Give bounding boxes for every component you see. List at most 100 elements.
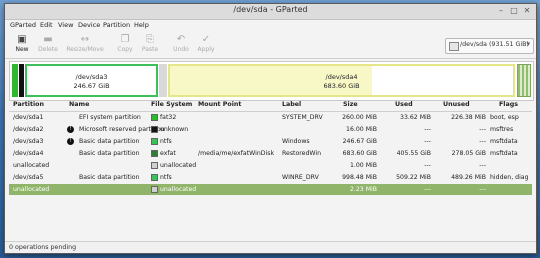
table-row[interactable]: /dev/sda4 Basic data partition exfat/media… — [9, 148, 532, 159]
resize-move-icon: ↔ — [80, 34, 90, 45]
filesystem-color-swatch — [151, 114, 158, 121]
status-bar: 0 operations pending — [5, 241, 536, 253]
device-selector[interactable]: /dev/sda (931.51 GiB) ▾ — [445, 38, 534, 54]
gparted-window: /dev/sda - GParted – □ ✕ GParted Edit Vi… — [4, 3, 537, 254]
cell-file-system: exfat — [160, 150, 176, 157]
cell-partition: /dev/sda2 — [13, 126, 44, 133]
close-icon[interactable]: ✕ — [522, 6, 532, 16]
table-row[interactable]: unallocated unallocated 2.23 MiB --- --- — [9, 184, 532, 195]
cell-file-system: ntfs — [160, 174, 172, 181]
cell-partition: /dev/sda5 — [13, 174, 44, 181]
menu-bar: GParted Edit View Device Partition Help — [5, 20, 536, 31]
partition-block-sda2[interactable] — [19, 64, 24, 97]
cell-flags: boot, esp — [490, 114, 519, 121]
table-row[interactable]: /dev/sda1 EFI system partition fat32 SYSTEM… — [9, 112, 532, 123]
delete-button[interactable]: ▬ Delete — [32, 31, 64, 58]
cell-file-system: fat32 — [160, 114, 177, 121]
menu-partition[interactable]: Partition — [103, 20, 130, 31]
col-label[interactable]: Label — [282, 101, 301, 108]
cell-used: 33.62 MiB — [400, 114, 431, 121]
menu-view[interactable]: View — [58, 20, 73, 31]
cell-size: 683.60 GiB — [342, 150, 377, 157]
menu-edit[interactable]: Edit — [40, 20, 53, 31]
maximize-icon[interactable]: □ — [509, 6, 519, 16]
cell-mount-point: /media/me/exfatWinDisk — [198, 150, 275, 157]
partition-block-sda4[interactable]: /dev/sda4 683.60 GiB — [168, 64, 515, 97]
apply-label: Apply — [197, 46, 215, 53]
col-file-system[interactable]: File System — [151, 101, 192, 108]
cell-partition: /dev/sda4 — [13, 150, 44, 157]
cell-size: 1.00 MiB — [349, 162, 377, 169]
cell-flags: msftres — [490, 126, 514, 133]
resize-move-button[interactable]: ↔ Resize/Move — [64, 31, 106, 58]
cell-used: --- — [424, 162, 431, 169]
cell-unused: --- — [479, 186, 486, 193]
filesystem-color-swatch — [151, 162, 158, 169]
table-row[interactable]: /dev/sda5 Basic data partition ntfs WINRE_D… — [9, 172, 532, 183]
cell-file-system: unknown — [160, 126, 189, 133]
table-row[interactable]: ! /dev/sda3 Basic data partition ntfs Window… — [9, 136, 532, 147]
partition-block-size: 246.67 GiB — [73, 82, 110, 90]
cell-label: WINRE_DRV — [282, 174, 319, 181]
partition-block-name: /dev/sda3 — [75, 73, 108, 81]
cell-size: 260.00 MiB — [342, 114, 377, 121]
partition-block-name: /dev/sda4 — [325, 73, 358, 81]
cell-flags: msftdata — [490, 138, 518, 145]
cell-file-system: unallocated — [160, 186, 197, 193]
cell-size: 2.23 MiB — [349, 186, 377, 193]
cell-size: 16.00 MiB — [346, 126, 377, 133]
cell-partition: /dev/sda3 — [13, 138, 44, 145]
cell-name: EFI system partition — [79, 114, 141, 121]
delete-label: Delete — [38, 46, 58, 53]
table-header: Partition Name File System Mount Point L… — [9, 100, 532, 112]
menu-device[interactable]: Device — [78, 20, 100, 31]
paste-icon: ⎘ — [146, 34, 154, 45]
table-row[interactable]: unallocated unallocated 1.00 MiB --- --- — [9, 160, 532, 171]
partition-block-unallocated[interactable] — [159, 64, 167, 97]
cell-used: 509.22 MiB — [396, 174, 431, 181]
cell-unused: --- — [479, 162, 486, 169]
device-selector-value: /dev/sda (931.51 GiB) — [460, 41, 529, 48]
col-partition[interactable]: Partition — [13, 101, 44, 108]
filesystem-color-swatch — [151, 174, 158, 181]
partition-block-size: 683.60 GiB — [323, 82, 360, 90]
partition-block-sda3[interactable]: /dev/sda3 246.67 GiB — [25, 64, 158, 97]
cell-flags: hidden, diag — [490, 174, 529, 181]
resize-move-label: Resize/Move — [66, 46, 104, 53]
disk-icon — [449, 42, 459, 51]
paste-button[interactable]: ⎘ Paste — [134, 31, 166, 58]
cell-used: --- — [424, 126, 431, 133]
apply-button[interactable]: ✓ Apply — [190, 31, 222, 58]
cell-name: Microsoft reserved partition — [79, 126, 165, 133]
status-text: 0 operations pending — [9, 244, 77, 251]
menu-gparted[interactable]: GParted — [10, 20, 36, 31]
table-row[interactable]: ! /dev/sda2 Microsoft reserved partition un… — [9, 124, 532, 135]
filesystem-color-swatch — [151, 150, 158, 157]
col-used[interactable]: Used — [395, 101, 413, 108]
cell-file-system: unallocated — [160, 162, 197, 169]
partition-block-sda1[interactable] — [12, 64, 18, 97]
col-mount-point[interactable]: Mount Point — [198, 101, 241, 108]
cell-size: 998.48 MiB — [342, 174, 377, 181]
col-unused[interactable]: Unused — [443, 101, 470, 108]
col-flags[interactable]: Flags — [499, 101, 518, 108]
col-name[interactable]: Name — [69, 101, 89, 108]
cell-name: Basic data partition — [79, 150, 140, 157]
warning-icon: ! — [67, 138, 74, 145]
cell-used: 405.55 GiB — [396, 150, 431, 157]
menu-help[interactable]: Help — [134, 20, 149, 31]
cell-unused: 226.38 MiB — [451, 114, 486, 121]
delete-icon: ▬ — [43, 34, 53, 45]
partition-graph: /dev/sda3 246.67 GiB /dev/sda4 683.60 Gi… — [9, 61, 534, 101]
cell-size: 246.67 GiB — [342, 138, 377, 145]
minimize-icon[interactable]: – — [496, 6, 506, 16]
cell-unused: 278.05 GiB — [451, 150, 486, 157]
chevron-down-icon: ▾ — [526, 40, 530, 48]
partition-block-sda5[interactable] — [517, 64, 531, 97]
cell-unused: 489.26 MiB — [451, 174, 486, 181]
cell-name: Basic data partition — [79, 174, 140, 181]
filesystem-color-swatch — [151, 186, 158, 193]
col-size[interactable]: Size — [343, 101, 358, 108]
cell-used: --- — [424, 186, 431, 193]
apply-check-icon: ✓ — [201, 34, 211, 45]
